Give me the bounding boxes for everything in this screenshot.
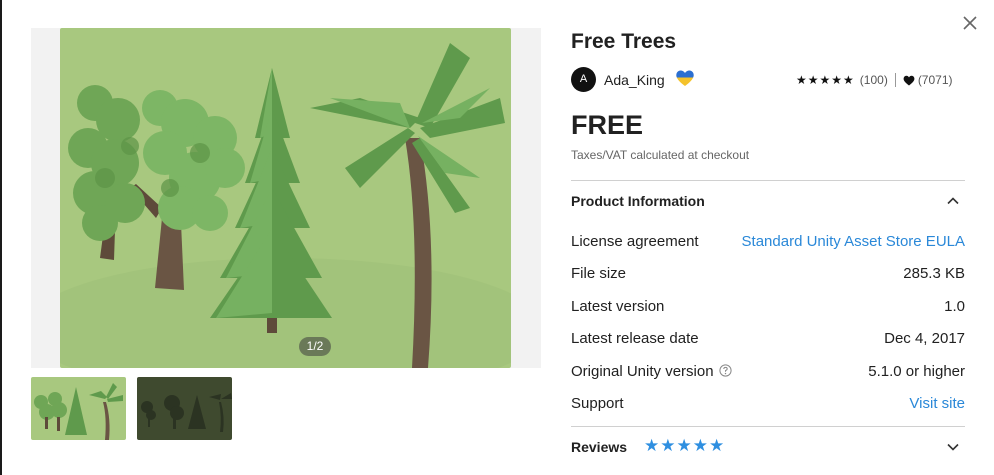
- reviews-stars: ★★★★★: [644, 436, 726, 455]
- divider: [571, 180, 965, 181]
- price: FREE: [571, 110, 644, 140]
- file-size-value: 285.3 KB: [903, 265, 965, 282]
- latest-version-value: 1.0: [944, 298, 965, 315]
- release-date-value: Dec 4, 2017: [884, 330, 965, 347]
- divider: [571, 426, 965, 427]
- thumbnail-1[interactable]: [31, 377, 126, 440]
- chevron-up-icon[interactable]: [945, 193, 961, 209]
- help-icon[interactable]: [718, 364, 732, 377]
- publisher-avatar[interactable]: A: [571, 67, 596, 92]
- ukraine-heart-icon: [676, 70, 694, 86]
- info-label-license: License agreement: [571, 233, 699, 250]
- product-title: Free Trees: [571, 30, 677, 53]
- tax-note: Taxes/VAT calculated at checkout: [571, 148, 750, 162]
- info-label-release-date: Latest release date: [571, 330, 699, 347]
- image-gallery: 1/2: [31, 28, 541, 368]
- main-preview-image[interactable]: 1/2: [60, 28, 511, 368]
- info-label-unity-version: Original Unity version: [571, 363, 732, 380]
- favorites-count: (7071): [917, 73, 953, 87]
- rating-summary: ★★★★★ (100) (7071): [796, 73, 953, 87]
- license-link[interactable]: Standard Unity Asset Store EULA: [742, 233, 965, 250]
- window-edge: [0, 0, 2, 475]
- product-information-heading[interactable]: Product Information: [571, 193, 705, 209]
- publisher-name[interactable]: Ada_King: [604, 72, 665, 88]
- reviews-heading[interactable]: Reviews: [571, 439, 627, 455]
- info-label-latest-version: Latest version: [571, 298, 665, 315]
- divider: [894, 73, 896, 87]
- image-counter: 1/2: [299, 337, 331, 356]
- thumbnail-2[interactable]: [137, 377, 232, 440]
- support-link[interactable]: Visit site: [909, 395, 965, 412]
- close-button[interactable]: [960, 13, 980, 33]
- info-label-support: Support: [571, 395, 624, 412]
- heart-icon[interactable]: [903, 75, 915, 86]
- unity-version-label-text: Original Unity version: [571, 363, 714, 380]
- unity-version-value: 5.1.0 or higher: [868, 363, 965, 380]
- rating-count[interactable]: (100): [860, 73, 888, 87]
- info-label-file-size: File size: [571, 265, 627, 282]
- chevron-down-icon[interactable]: [945, 439, 961, 455]
- rating-stars: ★★★★★: [796, 73, 855, 87]
- close-icon: [963, 16, 977, 30]
